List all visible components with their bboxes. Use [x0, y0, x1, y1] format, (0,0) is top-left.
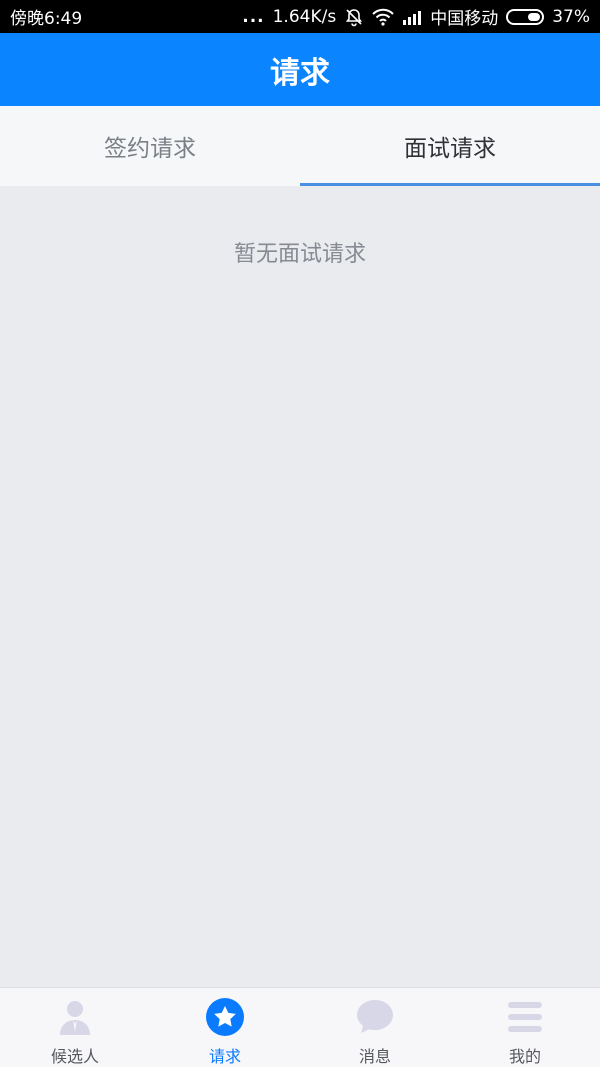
nav-requests[interactable]: 请求 — [150, 988, 300, 1067]
tab-bar: 签约请求 面试请求 — [0, 106, 600, 186]
empty-state-message: 暂无面试请求 — [233, 242, 366, 267]
nav-candidates[interactable]: 候选人 — [0, 988, 150, 1067]
tab-label: 面试请求 — [404, 136, 496, 162]
tab-interview-requests[interactable]: 面试请求 — [300, 106, 600, 186]
status-indicators: ... 1.64K/s 中国移动 37% — [242, 4, 590, 30]
page-title: 请求 — [270, 55, 330, 91]
tab-label: 签约请求 — [104, 136, 196, 162]
menu-lines-icon — [504, 996, 546, 1037]
nav-messages[interactable]: 消息 — [300, 988, 450, 1067]
chat-bubble-icon — [354, 996, 396, 1037]
nav-label: 请求 — [208, 1047, 241, 1066]
network-speed: 1.64K/s — [272, 6, 337, 27]
status-bar: 傍晚6:49 ... 1.64K/s 中国移动 37% — [0, 0, 600, 33]
person-icon — [54, 996, 96, 1037]
wifi-icon — [372, 8, 394, 26]
signal-icon — [402, 9, 422, 25]
battery-percent: 37% — [552, 6, 590, 27]
status-time: 傍晚6:49 — [10, 9, 83, 29]
star-icon — [204, 996, 246, 1037]
tab-signing-requests[interactable]: 签约请求 — [0, 106, 300, 186]
nav-mine[interactable]: 我的 — [450, 988, 600, 1067]
carrier-name: 中国移动 — [430, 9, 499, 29]
status-dots: ... — [242, 6, 265, 27]
app-header: 请求 — [0, 33, 600, 106]
bottom-navigation: 候选人 请求 消息 我的 — [0, 987, 600, 1067]
mute-bell-icon — [344, 7, 364, 27]
nav-label: 我的 — [508, 1047, 541, 1066]
battery-icon — [506, 8, 545, 25]
nav-label: 候选人 — [50, 1047, 99, 1066]
nav-label: 消息 — [358, 1047, 391, 1066]
status-time-area: 傍晚6:49 — [10, 4, 82, 29]
